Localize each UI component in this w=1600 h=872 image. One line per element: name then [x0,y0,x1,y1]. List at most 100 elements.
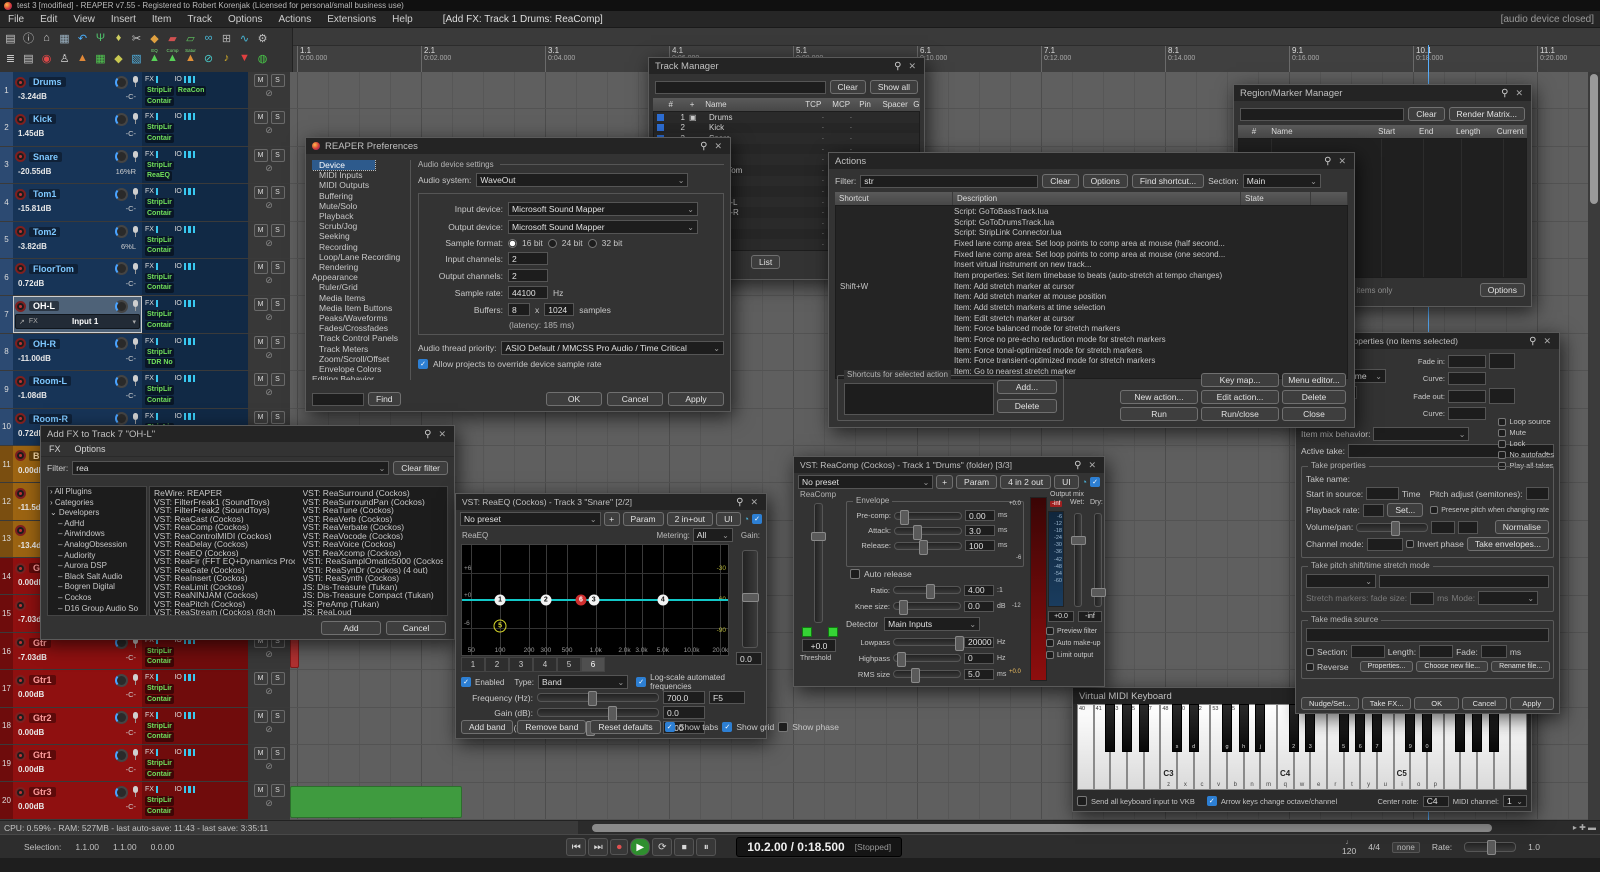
solo-button[interactable]: S [271,111,285,124]
check-no-autofades[interactable] [1498,451,1506,459]
track-row-1[interactable]: 1Drums-3.24dB-C-FXIOStripLirReaConContai… [0,72,290,108]
pin-icon[interactable]: ⚲ [1074,460,1081,471]
save-preset-button[interactable]: + [604,512,620,526]
piano-white-key[interactable] [1510,704,1527,790]
piano-black-key[interactable]: j [1255,704,1265,752]
fx-list-item[interactable]: JS: ReaLoud [303,608,444,615]
track-pan-value[interactable]: -C- [126,765,140,774]
format-radio-32bit[interactable] [588,239,597,248]
play-button[interactable]: ▶ [630,838,650,856]
env-icon[interactable]: ⊘ [265,126,273,135]
wet-value[interactable]: +0.0 [1048,611,1074,622]
track-name[interactable]: Kick [29,114,56,124]
track-manager-filter-input[interactable] [655,81,826,94]
mute-button[interactable]: M [254,336,268,349]
eq-band-point-4[interactable]: 4 [657,595,668,606]
fx-badge[interactable]: StripLir [145,236,174,246]
section-checkbox[interactable] [1306,648,1314,656]
record-arm-button[interactable] [15,301,26,312]
action-row[interactable]: Item: Edit stretch marker at cursor [836,313,1347,324]
apply-button[interactable]: Apply [668,392,724,406]
meter-icon[interactable]: ▲ [74,49,91,67]
buffer-size-field[interactable]: 1024 [544,303,574,316]
blocks-icon[interactable]: ⊞ [218,29,235,47]
invert-phase-checkbox[interactable] [1406,540,1414,548]
solo-button[interactable]: S [271,336,285,349]
close-icon[interactable]: ✕ [906,61,918,72]
action-row[interactable]: Item: Force balanced mode for stretch ma… [836,324,1347,335]
track-row-8[interactable]: 8OH-R-11.00dB-C-FXIOStripLirTDR NoMS⊘ [0,334,290,370]
send-keyboard-input-checkbox[interactable] [1077,796,1087,806]
check-auto-make-up[interactable] [1046,639,1054,647]
fade-in-field[interactable] [1448,355,1486,368]
thread-priority-dropdown[interactable]: ASIO Default / MMCSS Pro Audio / Time Cr… [501,341,724,355]
close-icon[interactable]: ✕ [1086,460,1098,471]
info-icon[interactable]: ⓘ [20,29,37,47]
check-show-grid[interactable]: ✓ [722,722,732,732]
fx-badge[interactable]: Contair [145,396,174,406]
wet-knob-icon[interactable]: ◔ [744,514,749,524]
fx-filter-input[interactable]: rea [72,461,389,475]
eq-band-point-5[interactable]: 5 [494,620,507,633]
ratio-slider[interactable] [893,586,961,594]
record-arm-button[interactable] [15,488,26,499]
wet-slider[interactable] [1074,513,1082,607]
env-slider[interactable] [894,512,962,520]
track-pan-value[interactable]: -C- [126,279,140,288]
track-volume-db[interactable]: 0.00dB [18,690,44,699]
track-name[interactable]: Tom1 [29,189,60,199]
action-row[interactable]: Fixed lane comp area: Set loop points to… [836,249,1347,260]
undo-icon[interactable]: ↶ [74,29,91,47]
fx-badge[interactable]: StripLir [145,722,174,732]
env-icon[interactable]: ⊘ [265,276,273,285]
action-row[interactable]: Shift+WItem: Add stretch marker at curso… [836,281,1347,292]
stretch-mode-dropdown[interactable] [1306,574,1376,588]
track-pan-value[interactable]: -C- [126,653,140,662]
dry-slider[interactable] [1094,513,1102,607]
close-icon[interactable]: ✕ [1541,336,1553,347]
track-row-6[interactable]: 6FloorTom0.72dB-C-FXIOStripLirContairMS⊘ [0,259,290,295]
solo-button[interactable]: S [271,710,285,723]
param-button[interactable]: Param [956,475,997,489]
close-icon[interactable]: ✕ [436,429,448,440]
actions-table[interactable]: Script: GoToBassTrack.luaScript: GoToDru… [835,205,1348,379]
track-name[interactable]: Gtr2 [29,713,56,723]
arrow-keys-checkbox[interactable]: ✓ [1207,796,1217,806]
track-row-3[interactable]: 3Snare-20.55dB16%RFXIOStripLirReaEQMS⊘ [0,147,290,183]
actions-filter-input[interactable]: str [860,175,1038,188]
fx-list-item[interactable]: VST: ReaSurround (Cockos) [303,489,444,498]
start-in-source-field[interactable] [1366,487,1399,500]
prefs-nav-mute-solo[interactable]: Mute/Solo [312,201,408,211]
track-pan-value[interactable]: 6%L [121,242,140,251]
piano-black-key[interactable]: h [1239,704,1249,752]
dry-value[interactable]: -inf [1078,611,1102,622]
lock-icon[interactable]: ≣ [2,49,19,67]
close-icon[interactable]: ✕ [748,497,760,508]
fade-out-shape[interactable] [1489,388,1515,404]
fade-in-curve-field[interactable] [1448,372,1486,385]
fx-tree-item[interactable]: – Bogren Digital [48,582,146,593]
fx-list-item[interactable]: VST: ReaPitch (Cockos) [154,600,295,609]
action-row[interactable]: Script: StripLink Connector.lua [836,227,1347,238]
fade-in-shape[interactable] [1489,353,1515,369]
guitar-icon[interactable]: ♪ [218,49,235,67]
mute-button[interactable]: M [254,373,268,386]
track-volume-db[interactable]: 1.45dB [18,129,44,138]
pan-knob[interactable] [115,337,128,350]
pan-knob[interactable] [115,76,128,89]
threshold-slider[interactable] [814,503,823,623]
fx-tree-item[interactable]: › All Plugins [48,487,146,498]
list-button[interactable]: List [751,255,780,269]
fx-badge[interactable]: StripLir [145,310,174,320]
pin-icon[interactable]: ⚲ [700,141,707,152]
addfx-menu-options[interactable]: Options [75,444,106,454]
solo-button[interactable]: S [271,186,285,199]
add-shortcut-button[interactable]: Add... [997,380,1057,394]
bypass-icon[interactable]: ⊘ [200,49,217,67]
auto-release-checkbox[interactable] [850,569,860,579]
fx-list-item[interactable]: VST: ReaEQ (Cockos) [154,549,295,558]
record-arm-button[interactable] [15,413,26,424]
menu-insert[interactable]: Insert [111,14,136,25]
knee-value[interactable]: 0.0 [964,601,994,612]
comp-icon[interactable]: Comp▲ [164,49,181,67]
